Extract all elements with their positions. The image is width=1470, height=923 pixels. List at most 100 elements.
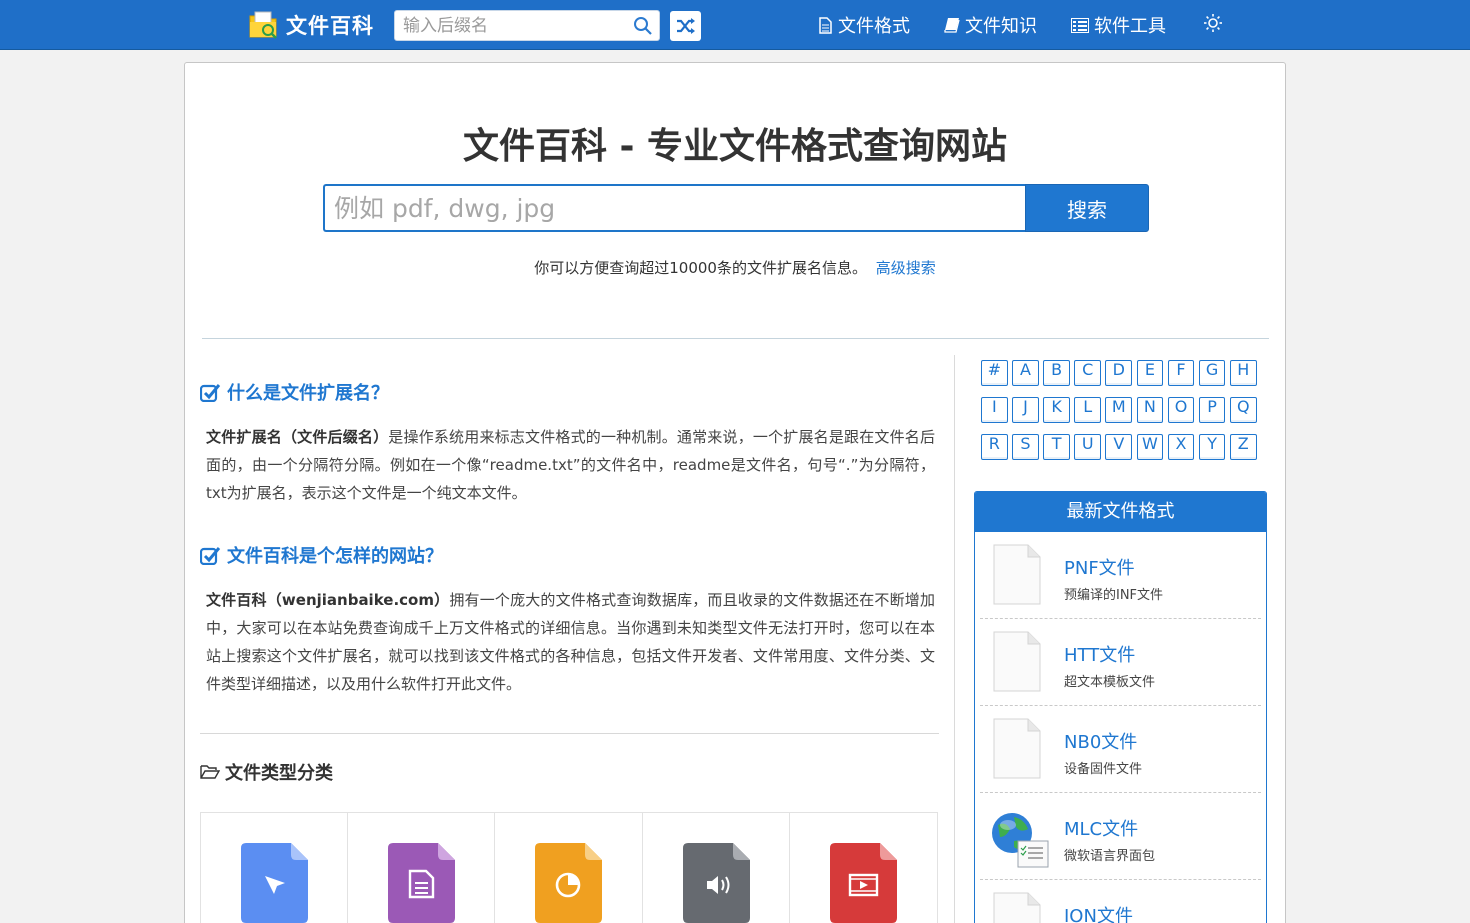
alphabet-button[interactable]: F <box>1167 360 1195 386</box>
file-format-name[interactable]: MLC文件 <box>1064 815 1138 841</box>
alphabet-button[interactable]: B <box>1043 360 1070 386</box>
advanced-search-link[interactable]: 高级搜索 <box>876 259 936 277</box>
alphabet-button[interactable]: T <box>1043 434 1070 460</box>
audio-file-icon <box>682 843 750 923</box>
category-cell-presentation[interactable] <box>495 813 643 923</box>
nav-link-file-knowledge[interactable]: 文件知识 <box>944 12 1037 38</box>
list-item[interactable]: MLC文件 微软语言界面包 <box>980 793 1261 880</box>
alphabet-button[interactable]: U <box>1074 434 1102 460</box>
checkbox-check-icon <box>200 383 221 402</box>
latest-formats-heading: 最新文件格式 <box>975 492 1266 532</box>
random-file-button[interactable] <box>670 11 701 41</box>
main-container: 文件百科 - 专业文件格式查询网站 搜索 你可以方便查询超过10000条的文件扩… <box>184 62 1286 923</box>
alphabet-button[interactable]: # <box>981 360 1008 386</box>
search-icon[interactable] <box>633 16 653 36</box>
blank-file-icon <box>993 892 1041 923</box>
list-item[interactable]: ION文件 <box>980 880 1261 923</box>
hero-divider <box>202 338 1269 339</box>
list-item[interactable]: PNF文件 预编译的INF文件 <box>980 532 1261 619</box>
alphabet-button[interactable]: O <box>1167 397 1195 423</box>
list-item[interactable]: HTT文件 超文本模板文件 <box>980 619 1261 706</box>
top-navbar: 文件百科 文件格式 文件知识 软件工具 <box>0 0 1470 50</box>
alphabet-button[interactable]: Q <box>1229 397 1257 423</box>
file-format-name[interactable]: HTT文件 <box>1064 641 1135 667</box>
alphabet-button[interactable]: S <box>1012 434 1039 460</box>
nav-link-label: 文件知识 <box>965 16 1037 37</box>
alphabet-button[interactable]: X <box>1167 434 1195 460</box>
nav-link-label: 文件格式 <box>838 16 910 37</box>
file-format-name[interactable]: ION文件 <box>1064 902 1133 923</box>
list-icon <box>1071 17 1089 33</box>
book-icon <box>944 18 960 33</box>
shuffle-icon <box>676 18 695 34</box>
hero-search-form: 搜索 <box>323 184 1149 232</box>
hero-search-button[interactable]: 搜索 <box>1025 184 1149 232</box>
file-format-desc: 超文本模板文件 <box>1064 675 1156 690</box>
alphabet-button[interactable]: K <box>1043 397 1070 423</box>
alphabet-button[interactable]: R <box>981 434 1008 460</box>
section-heading-what-is-extension: 什么是文件扩展名？ <box>200 377 389 407</box>
alphabet-button[interactable]: L <box>1074 397 1102 423</box>
section-heading-what-is-site: 文件百科是个怎样的网站？ <box>200 540 443 570</box>
alphabet-button[interactable]: J <box>1012 397 1039 423</box>
brand-name: 文件百科 <box>286 14 374 38</box>
alphabet-button[interactable]: E <box>1136 360 1164 386</box>
blank-file-icon <box>993 718 1041 779</box>
blank-file-icon <box>993 544 1041 605</box>
nav-search-input[interactable] <box>395 11 625 40</box>
folder-open-icon <box>200 765 220 779</box>
file-format-desc: 微软语言界面包 <box>1064 849 1156 864</box>
paragraph-what-is-extension: 文件扩展名（文件后缀名）是操作系统用来标志文件格式的一种机制。通常来说，一个扩展… <box>200 423 939 507</box>
alphabet-button[interactable]: P <box>1198 397 1226 423</box>
categories-grid <box>200 812 938 923</box>
blank-file-icon <box>993 631 1041 692</box>
document-icon <box>819 16 832 34</box>
file-format-desc: 预编译的INF文件 <box>1064 588 1164 603</box>
category-cell-audio[interactable] <box>643 813 790 923</box>
alphabet-button[interactable]: M <box>1105 397 1133 423</box>
site-logo[interactable]: 文件百科 <box>248 9 374 41</box>
folder-logo-icon <box>248 10 280 40</box>
category-cell-video[interactable] <box>790 813 937 923</box>
nav-links: 文件格式 文件知识 软件工具 <box>818 12 1200 38</box>
hero-subtitle: 你可以方便查询超过10000条的文件扩展名信息。 高级搜索 <box>185 257 1285 278</box>
theme-toggle-button[interactable] <box>1203 13 1223 33</box>
category-cell-text[interactable] <box>348 813 496 923</box>
file-format-name[interactable]: PNF文件 <box>1064 554 1135 580</box>
alphabet-index: # A B C D E F G H I J K L M N O P Q R S … <box>981 360 1261 471</box>
paragraph-bold-term: 文件百科（wenjianbaike.com） <box>206 591 450 609</box>
video-file-icon <box>829 843 897 923</box>
alphabet-button[interactable]: Y <box>1198 434 1226 460</box>
alphabet-button[interactable]: C <box>1074 360 1102 386</box>
vector-file-icon <box>241 843 308 923</box>
alphabet-button[interactable]: G <box>1198 360 1226 386</box>
presentation-file-icon <box>535 843 603 923</box>
alphabet-button[interactable]: V <box>1105 434 1133 460</box>
nav-link-file-formats[interactable]: 文件格式 <box>818 12 910 38</box>
nav-link-label: 软件工具 <box>1094 16 1166 37</box>
file-format-desc: 设备固件文件 <box>1064 762 1143 777</box>
category-cell-vector[interactable] <box>201 813 349 923</box>
alphabet-button[interactable]: D <box>1105 360 1133 386</box>
paragraph-what-is-site: 文件百科（wenjianbaike.com）拥有一个庞大的文件格式查询数据库，而… <box>200 586 939 698</box>
alphabet-button[interactable]: A <box>1012 360 1039 386</box>
alphabet-button[interactable]: I <box>981 397 1008 423</box>
alphabet-button[interactable]: W <box>1136 434 1164 460</box>
nav-search-box <box>394 10 660 41</box>
alphabet-button[interactable]: Z <box>1229 434 1257 460</box>
file-format-name[interactable]: NB0文件 <box>1064 728 1137 754</box>
section-divider <box>200 733 939 734</box>
alphabet-button[interactable]: H <box>1229 360 1257 386</box>
sun-icon <box>1204 14 1222 32</box>
categories-heading-text: 文件类型分类 <box>225 763 333 784</box>
alphabet-row: I J K L M N O P Q <box>981 397 1261 423</box>
nav-link-software-tools[interactable]: 软件工具 <box>1071 12 1166 38</box>
alphabet-row: R S T U V W X Y Z <box>981 434 1261 460</box>
hero-title: 文件百科 - 专业文件格式查询网站 <box>462 126 1007 167</box>
checkbox-check-icon <box>200 546 221 565</box>
alphabet-button[interactable]: N <box>1136 397 1164 423</box>
list-item[interactable]: NB0文件 设备固件文件 <box>980 706 1261 793</box>
latest-formats-panel: 最新文件格式 PNF文件 预编译的INF文件 HTT文件 超文本模板文件 NB0… <box>974 491 1267 923</box>
alphabet-row: # A B C D E F G H <box>981 360 1261 386</box>
hero-search-input[interactable] <box>323 184 1025 232</box>
